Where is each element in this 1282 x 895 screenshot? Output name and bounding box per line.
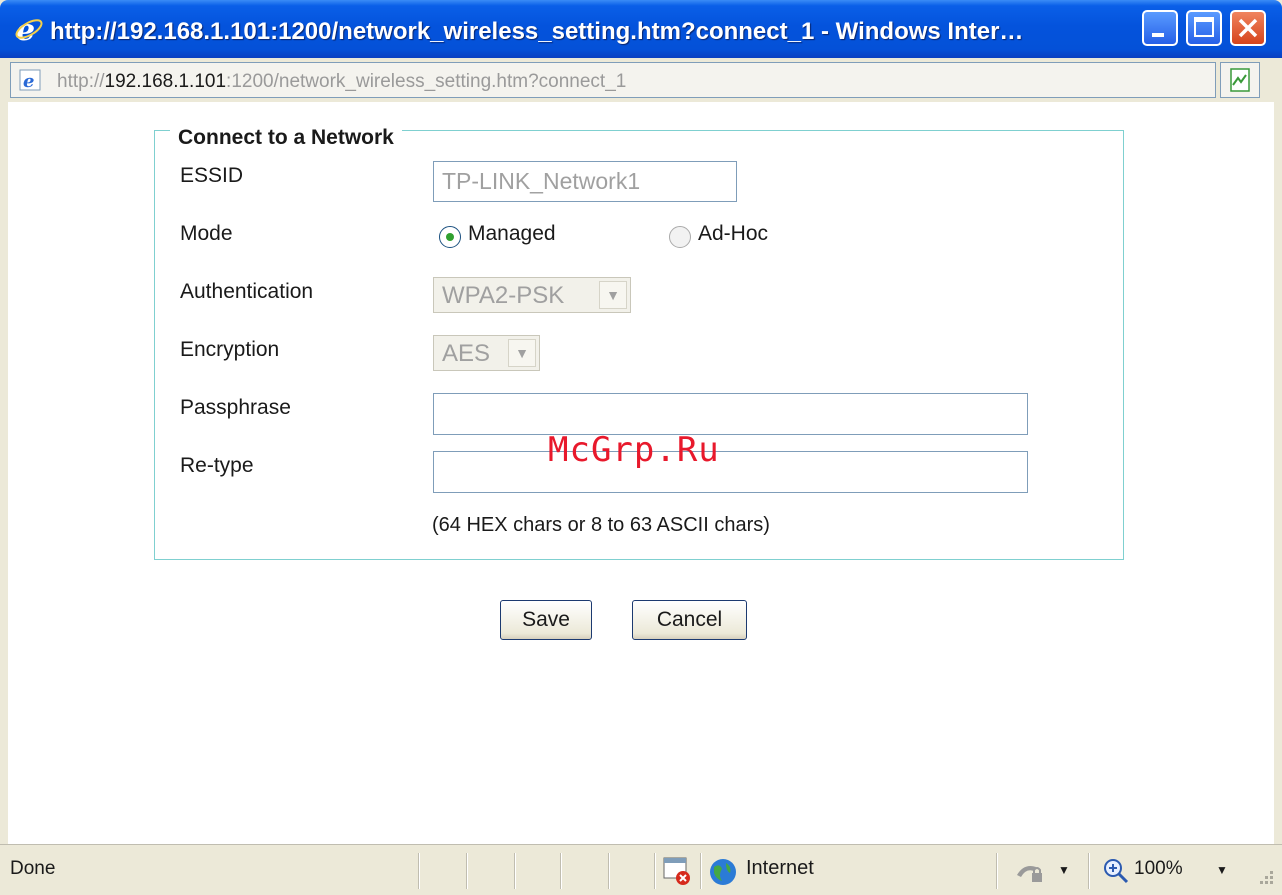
url-scheme: http:// <box>57 71 105 92</box>
mode-label: Mode <box>180 222 233 245</box>
popup-blocked-icon[interactable] <box>662 855 694 887</box>
status-separator <box>654 853 656 889</box>
save-button[interactable]: Save <box>500 600 592 640</box>
ie-page-icon: e <box>19 69 41 91</box>
compatibility-view-button[interactable] <box>1220 62 1260 98</box>
zoom-level[interactable]: 100% <box>1134 858 1183 880</box>
page-content: Connect to a Network ESSID TP-LINK_Netwo… <box>8 102 1274 844</box>
encryption-value: AES <box>442 340 491 367</box>
browser-window: e http://192.168.1.101:1200/network_wire… <box>0 0 1282 895</box>
chevron-down-icon: ▼ <box>508 339 536 367</box>
encryption-select[interactable]: AES ▼ <box>433 335 540 371</box>
status-separator <box>996 853 998 889</box>
address-url: http://192.168.1.101:1200/network_wirele… <box>57 71 626 93</box>
passphrase-label: Passphrase <box>180 396 291 419</box>
mode-managed-radio[interactable] <box>439 226 461 248</box>
mode-managed-label[interactable]: Managed <box>468 222 556 246</box>
svg-text:e: e <box>23 71 34 91</box>
authentication-select[interactable]: WPA2-PSK ▼ <box>433 277 631 313</box>
close-icon <box>1238 18 1258 38</box>
minimize-button[interactable] <box>1142 10 1178 46</box>
status-separator <box>514 853 516 889</box>
essid-label: ESSID <box>180 164 244 187</box>
zoom-icon[interactable] <box>1102 857 1130 885</box>
status-separator <box>1088 853 1090 889</box>
mode-adhoc-radio[interactable] <box>669 226 691 248</box>
encryption-label: Encryption <box>180 338 280 361</box>
url-host: 192.168.1.101 <box>104 71 227 92</box>
chevron-down-icon: ▼ <box>599 281 627 309</box>
authentication-value: WPA2-PSK <box>442 282 565 309</box>
title-bar[interactable]: e http://192.168.1.101:1200/network_wire… <box>0 0 1282 58</box>
window-title: http://192.168.1.101:1200/network_wirele… <box>50 18 1024 45</box>
radio-selected-dot <box>446 233 454 241</box>
passphrase-hint: (64 HEX chars or 8 to 63 ASCII chars) <box>432 514 770 536</box>
status-separator <box>466 853 468 889</box>
status-bar: Done Internet ▼ 100% ▼ <box>0 844 1282 895</box>
fieldset-legend: Connect to a Network <box>170 126 402 150</box>
address-bar: e http://192.168.1.101:1200/network_wire… <box>0 58 1282 102</box>
mode-adhoc-label[interactable]: Ad-Hoc <box>698 222 768 246</box>
zoom-dropdown-chevron-icon[interactable]: ▼ <box>1216 863 1228 877</box>
passphrase-input[interactable] <box>433 393 1028 435</box>
compatibility-view-icon <box>1230 68 1250 92</box>
address-field[interactable]: e http://192.168.1.101:1200/network_wire… <box>10 62 1216 98</box>
maximize-icon <box>1194 17 1214 37</box>
cancel-button[interactable]: Cancel <box>632 600 747 640</box>
maximize-button[interactable] <box>1186 10 1222 46</box>
essid-input[interactable]: TP-LINK_Network1 <box>433 161 737 202</box>
retype-input[interactable] <box>433 451 1028 493</box>
status-separator <box>608 853 610 889</box>
zone-dropdown-chevron-icon[interactable]: ▼ <box>1058 863 1070 877</box>
security-zone-text: Internet <box>746 857 814 879</box>
status-text: Done <box>10 858 56 879</box>
globe-icon <box>710 859 736 885</box>
resize-grip-icon[interactable] <box>1256 869 1276 889</box>
authentication-label: Authentication <box>180 280 314 303</box>
url-path: :1200/network_wireless_setting.htm?conne… <box>226 71 627 92</box>
status-separator <box>560 853 562 889</box>
ie-logo-icon: e <box>15 14 43 44</box>
close-button[interactable] <box>1230 10 1266 46</box>
watermark: McGrp.Ru <box>548 430 720 470</box>
protected-mode-icon[interactable] <box>1014 857 1048 887</box>
status-separator <box>700 853 702 889</box>
retype-label: Re-type <box>180 454 254 477</box>
status-separator <box>418 853 420 889</box>
minimize-icon <box>1152 33 1164 37</box>
